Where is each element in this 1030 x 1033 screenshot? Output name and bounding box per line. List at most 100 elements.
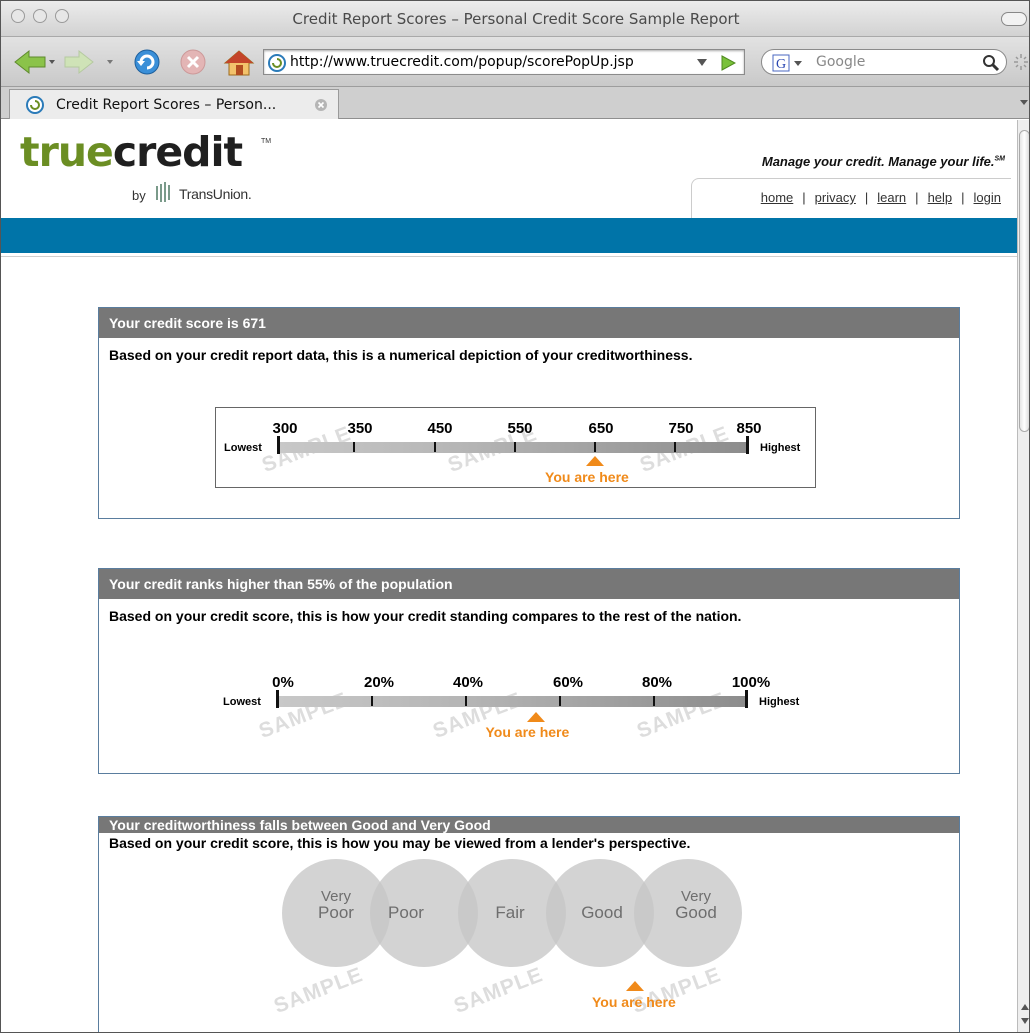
- site-nav: home | privacy | learn | help | login: [760, 190, 1001, 205]
- score-tick-label: 300: [272, 420, 298, 437]
- score-marker-arrow-icon: [586, 456, 605, 466]
- worthiness-marker-arrow-icon: [626, 981, 644, 991]
- score-bar: [278, 442, 748, 453]
- score-tick-mark: [434, 442, 436, 452]
- address-bar[interactable]: http://www.truecredit.com/popup/scorePop…: [263, 49, 745, 75]
- nav-help-link[interactable]: help: [928, 190, 953, 205]
- site-favicon-icon: [268, 54, 286, 72]
- score-tick-mark: [514, 442, 516, 452]
- trademark-mark: TM: [261, 138, 272, 145]
- score-panel: Your credit score is 671 Based on your c…: [98, 307, 960, 519]
- tab-credit-report-scores[interactable]: Credit Report Scores – Person...: [9, 89, 339, 119]
- score-bar-low-end: [277, 436, 280, 454]
- window-title: Credit Report Scores – Personal Credit S…: [292, 10, 740, 28]
- score-tick-label: 850: [736, 420, 762, 437]
- rank-tick-mark: [371, 696, 373, 706]
- sample-watermark: SAMPLE: [450, 963, 547, 1019]
- score-bar-high-end: [746, 436, 749, 454]
- score-lowest-label: Lowest: [224, 442, 262, 454]
- stop-icon[interactable]: [179, 49, 209, 79]
- tab-list-icon[interactable]: [1019, 99, 1029, 107]
- title-bar: Credit Report Scores – Personal Credit S…: [1, 1, 1029, 37]
- search-placeholder: Google: [816, 54, 866, 70]
- score-tick-label: 350: [347, 420, 373, 437]
- score-highest-label: Highest: [760, 442, 801, 454]
- score-you-are-here: You are here: [545, 469, 629, 485]
- rank-you-are-here: You are here: [485, 724, 570, 740]
- score-tick-label: 650: [588, 420, 614, 437]
- transunion-logo-icon: [156, 182, 170, 202]
- worthiness-you-are-here: You are here: [592, 994, 676, 1010]
- score-tick-mark: [353, 442, 355, 452]
- score-tick-label: 550: [507, 420, 533, 437]
- category-very-good: Very Good: [675, 888, 717, 922]
- score-panel-subtitle: Based on your credit report data, this i…: [109, 347, 693, 363]
- score-panel-title: Your credit score is 671: [99, 308, 959, 338]
- score-tick-label: 450: [427, 420, 453, 437]
- browser-window: Credit Report Scores – Personal Credit S…: [0, 0, 1030, 1033]
- tagline: Manage your credit. Manage your life.SM: [761, 154, 1005, 169]
- nav-privacy-link[interactable]: privacy: [815, 190, 856, 205]
- tab-strip: Credit Report Scores – Person...: [1, 87, 1029, 119]
- rank-bar-high-end: [745, 690, 748, 708]
- scrollbar-thumb[interactable]: [1019, 130, 1029, 432]
- rank-panel-title: Your credit ranks higher than 55% of the…: [99, 569, 959, 599]
- rank-tick-mark: [559, 696, 561, 706]
- go-arrow-icon[interactable]: [720, 55, 736, 71]
- rank-lowest-label: Lowest: [223, 696, 261, 708]
- score-tick-mark: [674, 442, 676, 452]
- rank-bar: [277, 696, 747, 707]
- rank-tick-label: 80%: [641, 674, 673, 691]
- score-tick-label: 750: [668, 420, 694, 437]
- worthiness-panel: Your creditworthiness falls between Good…: [98, 816, 960, 1032]
- sample-watermark: SAMPLE: [628, 963, 725, 1019]
- magnifier-icon[interactable]: [982, 54, 1000, 72]
- activity-spinner-icon: [1014, 54, 1028, 70]
- rank-marker-arrow-icon: [526, 712, 545, 722]
- rank-tick-label: 0%: [272, 674, 294, 691]
- vertical-scrollbar[interactable]: [1017, 120, 1030, 1032]
- transunion-name: TransUnion.: [179, 186, 252, 202]
- rank-tick-label: 60%: [552, 674, 584, 691]
- category-good: Good: [581, 903, 623, 922]
- svg-text:G: G: [776, 57, 786, 72]
- header-blue-bar: [1, 218, 1017, 253]
- search-field[interactable]: G Google: [761, 49, 1007, 75]
- score-tick-mark: [594, 442, 596, 452]
- forward-arrow-icon[interactable]: [63, 49, 115, 75]
- toolbar-toggle-button[interactable]: [1001, 12, 1027, 26]
- rank-bar-low-end: [276, 690, 279, 708]
- home-icon[interactable]: [223, 49, 255, 79]
- rank-scale: SAMPLE SAMPLE SAMPLE 0% 20% 40% 60% 80% …: [215, 668, 816, 749]
- nav-learn-link[interactable]: learn: [877, 190, 906, 205]
- reload-icon[interactable]: [133, 49, 163, 79]
- truecredit-logo[interactable]: truecredit: [20, 128, 243, 176]
- category-poor: Poor: [388, 903, 424, 922]
- header-divider: [1, 256, 1017, 257]
- rank-tick-label: 40%: [452, 674, 484, 691]
- google-engine-icon[interactable]: G: [772, 54, 812, 72]
- sample-watermark: SAMPLE: [270, 963, 367, 1019]
- tab-favicon-icon: [26, 96, 44, 114]
- nav-login-link[interactable]: login: [974, 190, 1001, 205]
- url-text: http://www.truecredit.com/popup/scorePop…: [290, 54, 634, 70]
- nav-home-link[interactable]: home: [761, 190, 794, 205]
- back-arrow-icon[interactable]: [11, 49, 57, 75]
- tab-close-icon[interactable]: [314, 98, 328, 112]
- by-label: by: [132, 188, 146, 203]
- worthiness-circles: Very Poor Poor Fair Good Very Good SAMPLE …: [271, 859, 752, 1029]
- rank-tick-label: 20%: [363, 674, 395, 691]
- rank-tick-mark: [465, 696, 467, 706]
- scroll-arrows-icon[interactable]: [1020, 1000, 1030, 1030]
- worthiness-panel-subtitle: Based on your credit score, this is how …: [109, 835, 691, 851]
- rank-panel-subtitle: Based on your credit score, this is how …: [109, 608, 742, 624]
- score-scale: SAMPLE SAMPLE SAMPLE 300 350 450 550 650…: [215, 407, 816, 488]
- rank-panel: Your credit ranks higher than 55% of the…: [98, 568, 960, 774]
- tab-label: Credit Report Scores – Person...: [56, 97, 277, 113]
- rank-tick-label: 100%: [731, 674, 771, 691]
- rank-tick-mark: [653, 696, 655, 706]
- page-content: truecredit TM by TransUnion. Manage your…: [1, 120, 1017, 1032]
- navigation-toolbar: http://www.truecredit.com/popup/scorePop…: [1, 37, 1029, 87]
- history-dropdown-icon[interactable]: [696, 58, 708, 68]
- rank-highest-label: Highest: [759, 696, 800, 708]
